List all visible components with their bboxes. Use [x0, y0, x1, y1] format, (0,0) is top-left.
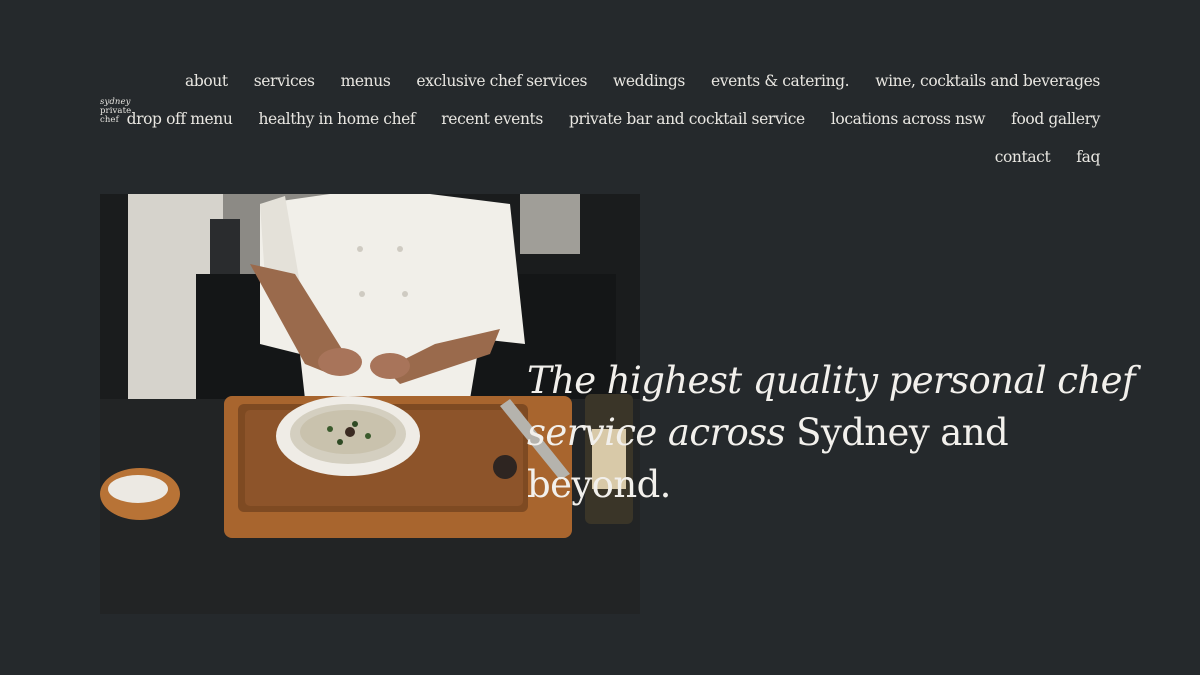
- nav-link-weddings[interactable]: weddings: [613, 62, 685, 100]
- nav-link-services[interactable]: services: [254, 62, 315, 100]
- hero-headline: The highest quality personal chef servic…: [527, 355, 1147, 511]
- nav-link-recent-events[interactable]: recent events: [441, 100, 543, 138]
- nav-link-menus[interactable]: menus: [341, 62, 391, 100]
- page: sydney private chef about services menus…: [0, 0, 1200, 675]
- nav-link-drop-off-menu[interactable]: drop off menu: [127, 100, 233, 138]
- nav-link-about[interactable]: about: [185, 62, 228, 100]
- main-navigation: about services menus exclusive chef serv…: [127, 62, 1101, 176]
- nav-link-contact[interactable]: contact: [995, 138, 1051, 176]
- nav-row-2: drop off menu healthy in home chef recen…: [127, 100, 1101, 138]
- nav-link-healthy-in-home-chef[interactable]: healthy in home chef: [258, 100, 415, 138]
- nav-link-wine-cocktails[interactable]: wine, cocktails and beverages: [875, 62, 1100, 100]
- nav-link-exclusive-chef-services[interactable]: exclusive chef services: [416, 62, 587, 100]
- nav-link-food-gallery[interactable]: food gallery: [1011, 100, 1100, 138]
- nav-row-1: about services menus exclusive chef serv…: [140, 62, 1100, 100]
- nav-link-private-bar[interactable]: private bar and cocktail service: [569, 100, 805, 138]
- nav-row-3: contact faq: [140, 138, 1101, 176]
- nav-link-faq[interactable]: faq: [1076, 138, 1100, 176]
- nav-link-events-catering[interactable]: events & catering.: [711, 62, 850, 100]
- nav-link-locations-nsw[interactable]: locations across nsw: [831, 100, 986, 138]
